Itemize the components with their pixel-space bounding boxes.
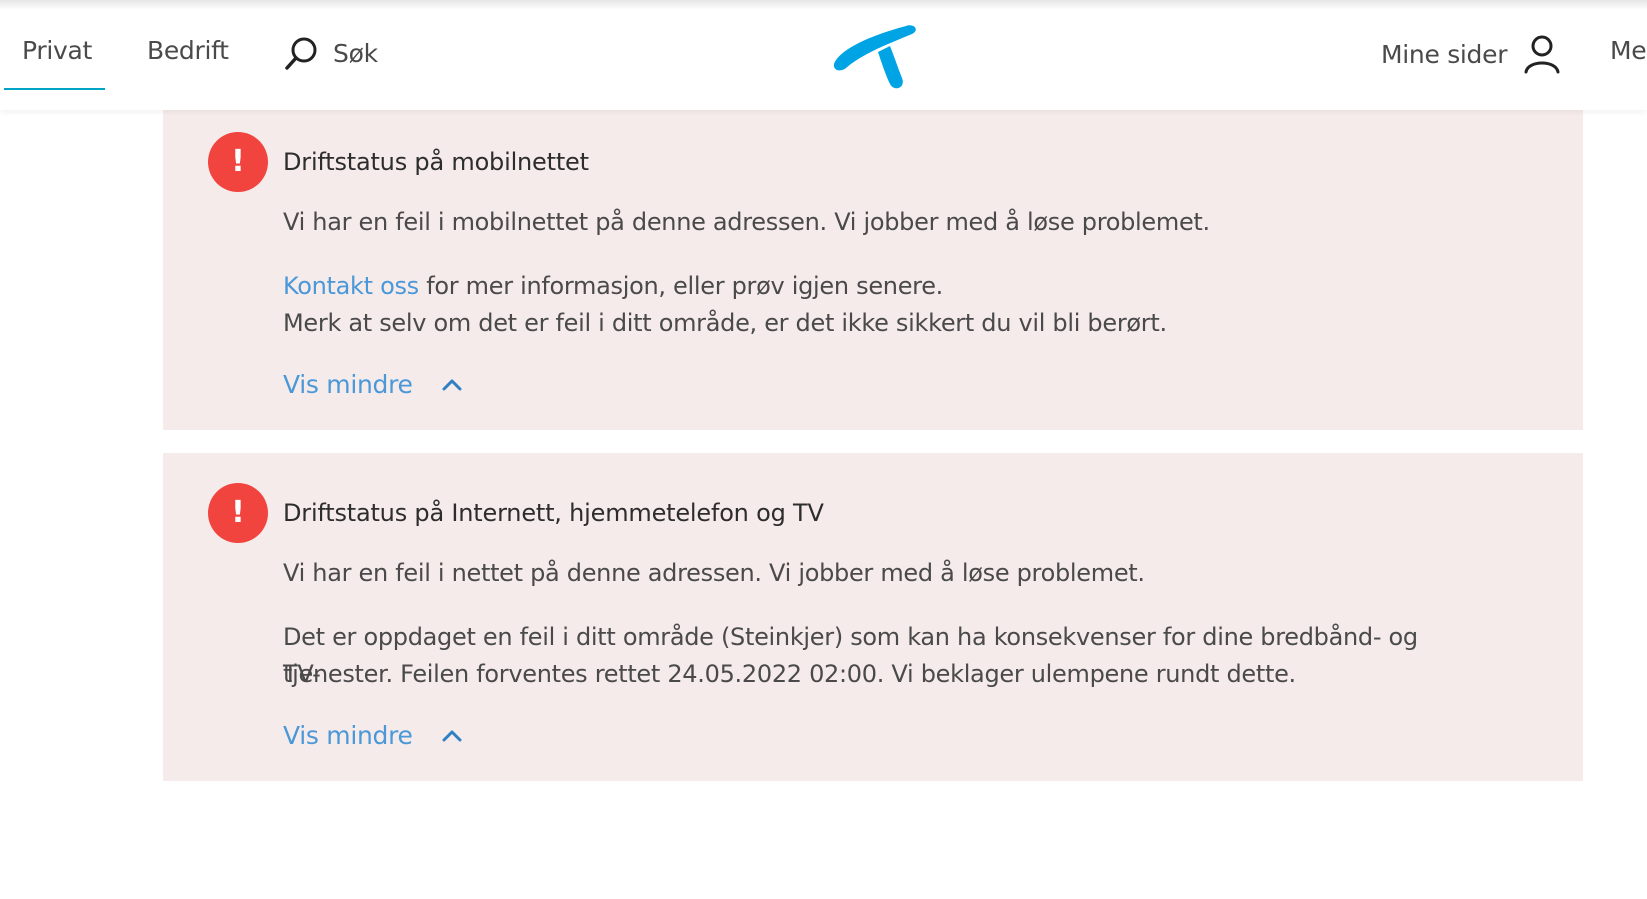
alert-message: Vi har en feil i nettet på denne adresse… — [283, 559, 1145, 587]
alert-contact-line: Kontakt oss for mer informasjon, eller p… — [283, 268, 1433, 305]
alert-message: Vi har en feil i mobilnettet på denne ad… — [283, 208, 1210, 236]
alert-title: Driftstatus på mobilnettet — [283, 148, 589, 176]
alert-detail-line-2: tjenester. Feilen forventes rettet 24.05… — [283, 660, 1296, 688]
alert-mobile-network: ! Driftstatus på mobilnettet Vi har en f… — [163, 110, 1583, 430]
top-shade — [0, 0, 1647, 10]
contact-rest-text: for mer informasjon, eller prøv igjen se… — [418, 272, 943, 300]
alert-note: Merk at selv om det er feil i ditt områd… — [283, 309, 1167, 337]
show-less-toggle[interactable]: Vis mindre — [283, 370, 463, 399]
contact-link[interactable]: Kontakt oss — [283, 272, 419, 300]
user-icon — [1524, 35, 1560, 74]
show-less-toggle[interactable]: Vis mindre — [283, 721, 463, 750]
top-navigation: Privat Bedrift Søk Mine sider Meny — [0, 0, 1647, 110]
search-icon — [285, 37, 317, 70]
warning-icon: ! — [208, 483, 268, 543]
search-label: Søk — [333, 38, 378, 68]
active-tab-underline — [4, 88, 105, 90]
mine-sider-label: Mine sider — [1381, 39, 1508, 69]
search-button[interactable]: Søk — [283, 34, 378, 72]
chevron-up-icon — [442, 379, 462, 390]
alert-internet-tv: ! Driftstatus på Internett, hjemmetelefo… — [163, 453, 1583, 781]
alert-title: Driftstatus på Internett, hjemmetelefon … — [283, 499, 824, 527]
show-less-label: Vis mindre — [283, 370, 413, 399]
warning-icon: ! — [208, 132, 268, 192]
nav-bedrift[interactable]: Bedrift — [147, 36, 229, 65]
telenor-logo-icon[interactable] — [828, 10, 920, 90]
nav-privat[interactable]: Privat — [22, 36, 92, 65]
chevron-up-icon — [442, 730, 462, 741]
mine-sider-button[interactable]: Mine sider — [1381, 34, 1561, 74]
nav-meny[interactable]: Meny — [1610, 36, 1647, 65]
show-less-label: Vis mindre — [283, 721, 413, 750]
